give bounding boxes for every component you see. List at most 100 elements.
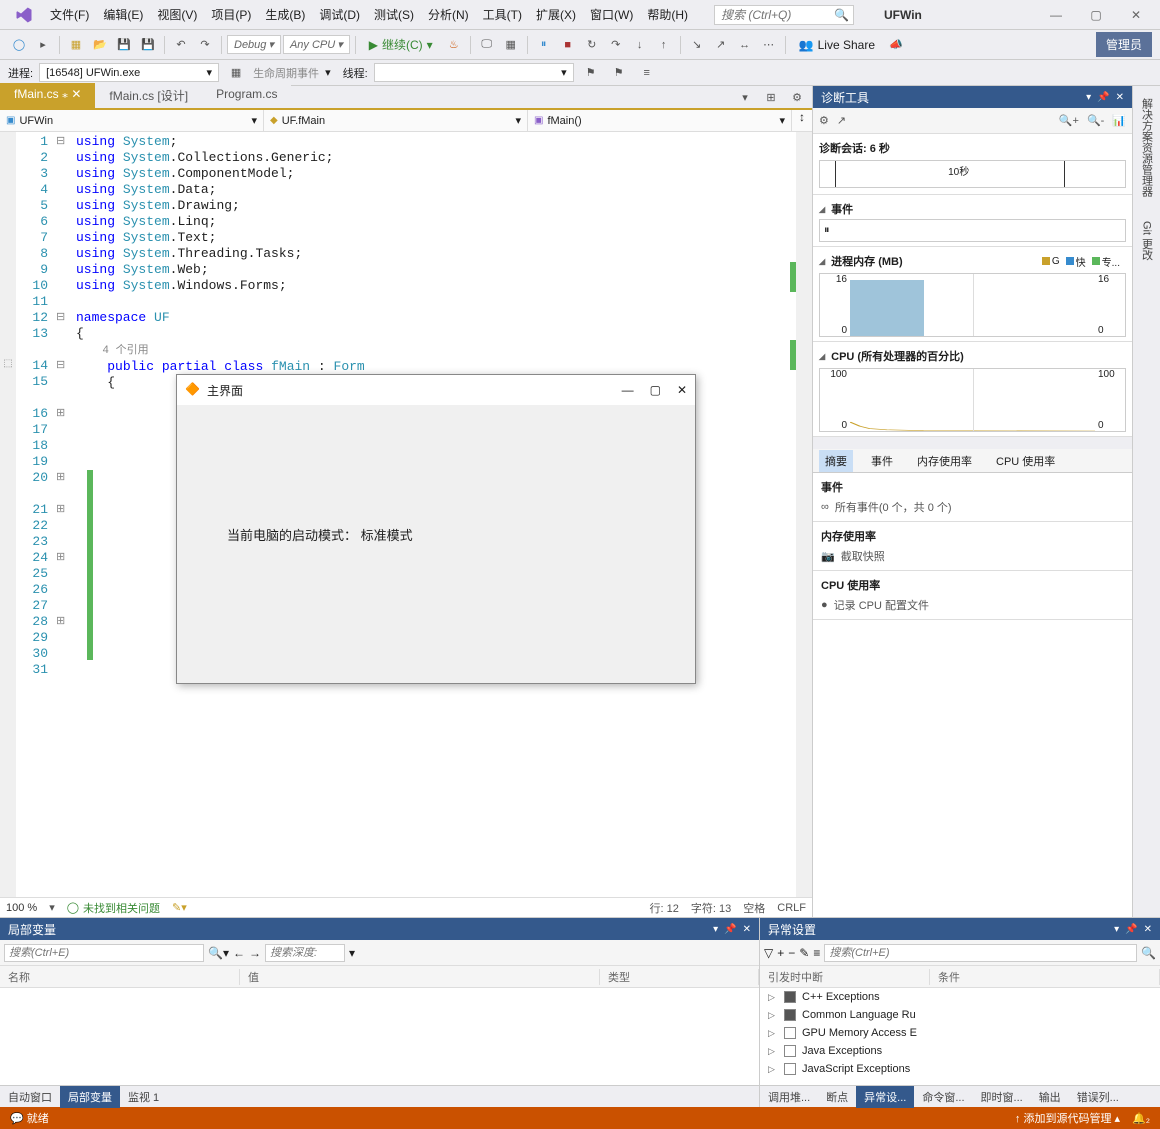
doc-tab[interactable]: Program.cs (202, 83, 291, 108)
solution-explorer-tab[interactable]: 解决方案资源管理器 (1135, 86, 1159, 209)
exception-row[interactable]: ▷ JavaScript Exceptions (760, 1060, 1160, 1078)
diag-tab[interactable]: 内存使用率 (911, 450, 978, 472)
split-icon[interactable]: ↕ (792, 110, 812, 131)
minus-icon[interactable]: − (788, 946, 795, 960)
memory-chart[interactable]: 160 160 (819, 273, 1126, 337)
close-icon[interactable]: ✕ (743, 924, 751, 935)
menu-item[interactable]: 测试(S) (368, 2, 420, 27)
stack-icon[interactable]: ≡ (636, 62, 658, 84)
close-icon[interactable]: ✕ (1144, 924, 1152, 935)
maximize-button[interactable]: ▢ (1076, 1, 1116, 29)
flag2-icon[interactable]: ⚑ (608, 62, 630, 84)
close-button[interactable]: ✕ (1116, 1, 1156, 29)
layout-icon[interactable]: ▦ (500, 34, 522, 56)
global-search[interactable]: 🔍 (714, 5, 854, 25)
config-dropdown[interactable]: Debug ▾ (227, 35, 281, 54)
doc-tab[interactable]: fMain.cs [设计] (95, 83, 202, 108)
bottom-tab[interactable]: 调用堆... (760, 1086, 818, 1108)
list-icon[interactable]: ≡ (813, 946, 820, 960)
menu-item[interactable]: 编辑(E) (97, 2, 149, 27)
new-item-button[interactable]: ▦ (65, 34, 87, 56)
menu-item[interactable]: 帮助(H) (641, 2, 694, 27)
hot-reload-button[interactable]: ♨ (443, 34, 465, 56)
pin-icon[interactable]: 📌 (1097, 92, 1109, 103)
back-button[interactable]: ◯ (8, 34, 30, 56)
save-all-button[interactable]: 💾 (137, 34, 159, 56)
reset-zoom-icon[interactable]: 📊 (1112, 114, 1126, 127)
platform-dropdown[interactable]: Any CPU ▾ (283, 35, 350, 54)
feedback-icon[interactable]: 📣 (885, 34, 907, 56)
exceptions-header[interactable]: 异常设置 ▾📌✕ (760, 918, 1160, 940)
menu-item[interactable]: 扩展(X) (530, 2, 582, 27)
restart-button[interactable]: ↻ (581, 34, 603, 56)
exceptions-list[interactable]: ▷■ C++ Exceptions▷■ Common Language Ru▷ … (760, 988, 1160, 1085)
dropdown-icon[interactable]: ▾ (1114, 924, 1119, 935)
scm-link[interactable]: ↑ 添加到源代码管理 ▴ (1015, 1110, 1120, 1126)
arrow3-icon[interactable]: ↔ (734, 34, 756, 56)
diag-header[interactable]: 诊断工具 ▾📌✕ (813, 86, 1132, 108)
issues-status[interactable]: ◯ 未找到相关问题 (67, 900, 160, 916)
nav-back-icon[interactable]: ← (233, 946, 245, 960)
menu-item[interactable]: 工具(T) (477, 2, 528, 27)
notifications-icon[interactable]: 🔔₂ (1132, 1112, 1150, 1125)
zoom-out-icon[interactable]: 🔍- (1087, 114, 1104, 127)
nav-fwd-icon[interactable]: → (249, 946, 261, 960)
stop-button[interactable]: ■ (557, 34, 579, 56)
undo-button[interactable]: ↶ (170, 34, 192, 56)
nav-project[interactable]: ▣UFWin▾ (0, 110, 264, 131)
diag-tab[interactable]: 事件 (865, 450, 899, 472)
bottom-tab[interactable]: 异常设... (856, 1086, 914, 1108)
dropdown-icon[interactable]: ▾ (713, 924, 718, 935)
menu-item[interactable]: 分析(N) (422, 2, 475, 27)
cpu-chart[interactable]: 1000 1000 (819, 368, 1126, 432)
bottom-tab[interactable]: 监视 1 (120, 1086, 167, 1108)
close-icon[interactable]: ✕ (1116, 92, 1124, 103)
step-into-button[interactable]: ↓ (629, 34, 651, 56)
locals-body[interactable] (0, 988, 759, 1085)
pin-icon[interactable]: ▾ (734, 86, 756, 108)
code-editor[interactable]: ⬚ 12345678910111213 1415 1617181920 2122… (0, 132, 812, 897)
exceptions-search[interactable] (824, 944, 1137, 962)
dialog-maximize-button[interactable]: ▢ (650, 383, 661, 397)
eol-indicator[interactable]: CRLF (777, 902, 806, 914)
forward-button[interactable]: ▸ (32, 34, 54, 56)
browser-select-icon[interactable]: 🖵 (476, 34, 498, 56)
zoom-in-icon[interactable]: 🔍+ (1059, 114, 1079, 127)
events-box[interactable]: ⏸ (819, 219, 1126, 242)
export-icon[interactable]: ↗ (837, 114, 846, 127)
bottom-tab[interactable]: 自动窗口 (0, 1086, 60, 1108)
window-icon[interactable]: ⊞ (760, 86, 782, 108)
bottom-tab[interactable]: 错误列... (1069, 1086, 1127, 1108)
arrow2-icon[interactable]: ↗ (710, 34, 732, 56)
menu-item[interactable]: 项目(P) (205, 2, 257, 27)
scrollbar[interactable] (796, 132, 812, 897)
search-icon[interactable]: 🔍▾ (208, 946, 229, 960)
edit-icon[interactable]: ✎ (799, 946, 809, 960)
git-changes-tab[interactable]: Git 更改 (1135, 209, 1159, 272)
menu-item[interactable]: 生成(B) (259, 2, 311, 27)
dialog-minimize-button[interactable]: — (622, 383, 634, 397)
menu-item[interactable]: 文件(F) (44, 2, 95, 27)
exception-row[interactable]: ▷■ C++ Exceptions (760, 988, 1160, 1006)
exception-row[interactable]: ▷■ Common Language Ru (760, 1006, 1160, 1024)
step-out-button[interactable]: ↑ (653, 34, 675, 56)
fold-gutter[interactable]: ⊟ ⊟ ⊟ ⊞ ⊞ ⊞ ⊞ ⊞ (56, 132, 76, 897)
timeline[interactable]: 10秒 (819, 160, 1126, 188)
breakpoint-gutter[interactable]: ⬚ (0, 132, 16, 897)
gear-icon[interactable]: ⚙ (786, 86, 808, 108)
more-icon[interactable]: ⋯ (758, 34, 780, 56)
exception-row[interactable]: ▷ GPU Memory Access E (760, 1024, 1160, 1042)
zoom-level[interactable]: 100 % (6, 902, 37, 914)
arrow1-icon[interactable]: ↘ (686, 34, 708, 56)
events-all-link[interactable]: ∞ 所有事件(0 个，共 0 个) (821, 499, 1124, 515)
dialog-titlebar[interactable]: 🔶 主界面 — ▢ ✕ (177, 375, 695, 405)
locals-search[interactable] (4, 944, 204, 962)
diag-tab[interactable]: 摘要 (819, 450, 853, 472)
dialog-close-button[interactable]: ✕ (677, 383, 687, 397)
thread-dropdown[interactable]: ▾ (374, 63, 574, 82)
brush-icon[interactable]: ✎▾ (172, 901, 187, 914)
bottom-tab[interactable]: 断点 (818, 1086, 856, 1108)
flag1-icon[interactable]: ⚑ (580, 62, 602, 84)
doc-tab[interactable]: fMain.cs ⁎ ✕ (0, 83, 95, 108)
record-cpu-link[interactable]: ● 记录 CPU 配置文件 (821, 597, 1124, 613)
